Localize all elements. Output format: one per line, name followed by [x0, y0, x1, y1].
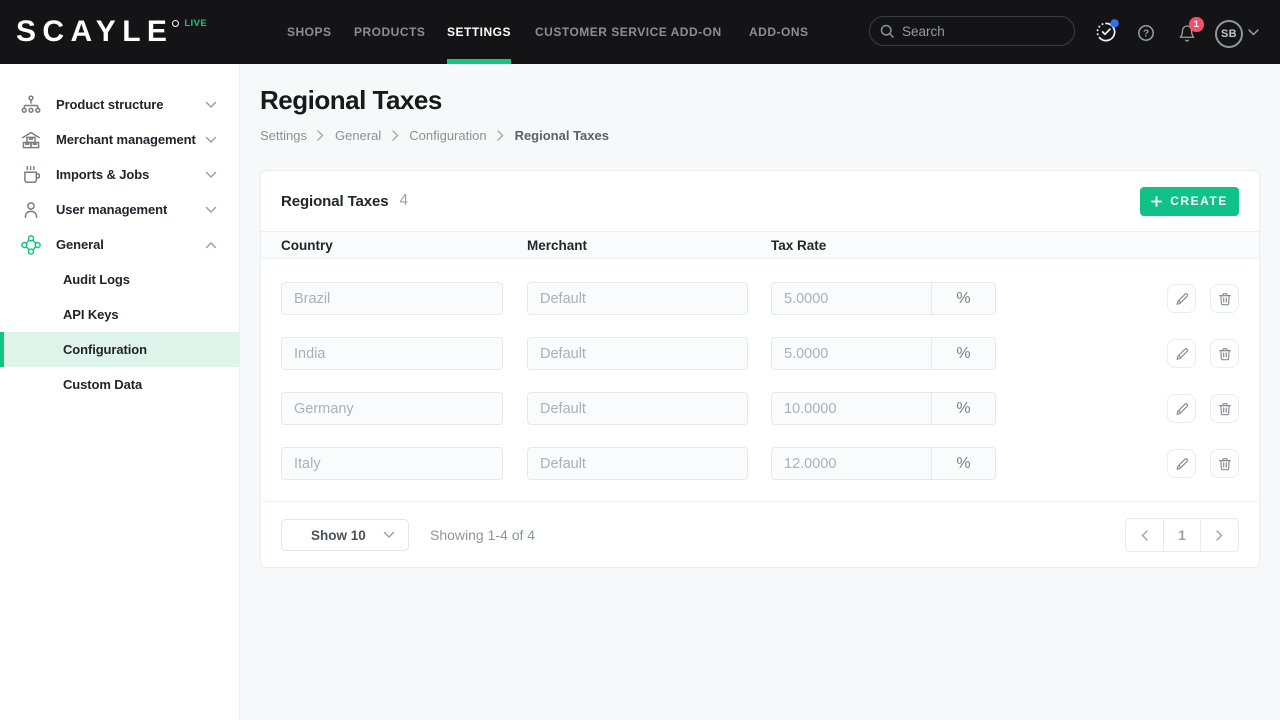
svg-text:?: ?	[1143, 29, 1149, 40]
